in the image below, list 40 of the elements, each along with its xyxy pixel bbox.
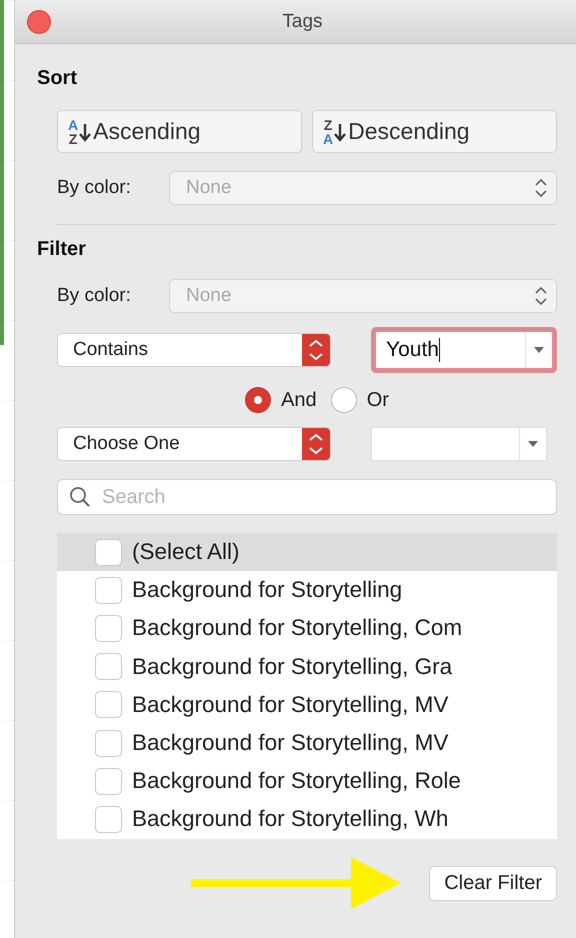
list-item[interactable]: Background for Storytelling, Wh	[57, 800, 557, 838]
list-item[interactable]: (Select All)	[57, 533, 557, 572]
up-down-arrows-icon	[534, 177, 548, 199]
dropdown-arrow-icon[interactable]	[533, 346, 545, 354]
radio-option[interactable]: And	[245, 387, 317, 413]
dropdown-arrow-icon[interactable]	[527, 440, 539, 448]
checkbox[interactable]	[95, 691, 122, 718]
field-label: By color:	[57, 285, 132, 307]
list-item[interactable]: Background for Storytelling, Gra	[57, 648, 557, 686]
section-heading: Sort	[37, 66, 78, 90]
list-item[interactable]: Background for Storytelling	[57, 571, 557, 610]
checkbox[interactable]	[95, 614, 122, 642]
up-down-arrows-icon	[302, 334, 330, 366]
radio-option[interactable]: Or	[330, 387, 389, 413]
value-combo-field[interactable]	[371, 427, 547, 461]
field-label: By color:	[57, 177, 132, 199]
value-combo-field[interactable]: Youth	[371, 327, 557, 373]
checkbox[interactable]	[95, 768, 122, 795]
sort-button[interactable]: Z A Descending	[312, 110, 557, 153]
clear-filter-button[interactable]: Clear Filter	[429, 866, 557, 900]
section-heading: Filter	[37, 237, 87, 261]
sort-button[interactable]: A Z Ascending	[57, 110, 302, 153]
up-down-arrows-icon	[302, 428, 330, 460]
list-item[interactable]: Background for Storytelling, MV	[57, 724, 557, 762]
search-field[interactable]: Search	[57, 479, 557, 515]
checkbox[interactable]	[95, 538, 122, 566]
checkbox[interactable]	[95, 730, 122, 757]
operator-select[interactable]: Contains	[57, 333, 331, 367]
checkbox[interactable]	[95, 576, 122, 604]
radio-button[interactable]	[330, 387, 357, 413]
up-down-arrows-icon	[534, 285, 548, 307]
list-item[interactable]: Background for Storytelling, Role	[57, 762, 557, 800]
window-title: Tags	[282, 10, 323, 32]
operator-select[interactable]: Choose One	[57, 427, 331, 461]
checkbox[interactable]	[95, 806, 122, 833]
checkbox[interactable]	[95, 653, 122, 680]
list-item[interactable]: Background for Storytelling, Com	[57, 609, 557, 648]
radio-button[interactable]	[245, 387, 272, 413]
list-item[interactable]: Background for Storytelling, MV	[57, 686, 557, 724]
close-button[interactable]	[27, 10, 51, 34]
